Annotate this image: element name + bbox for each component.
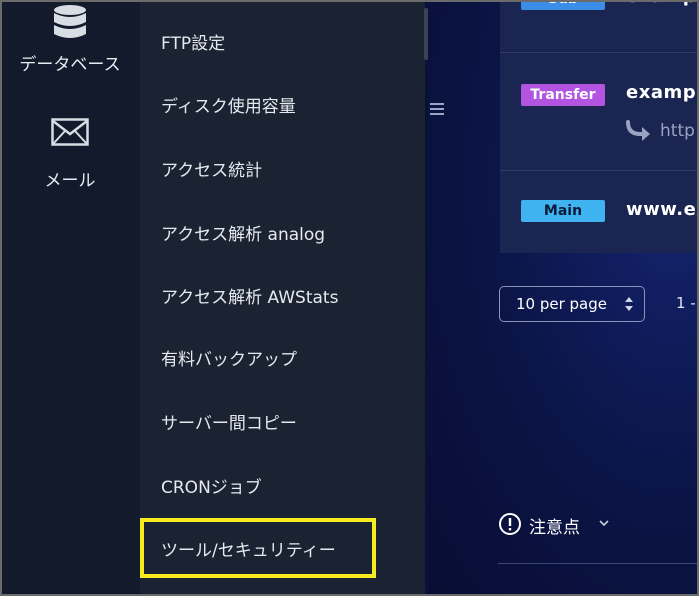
rail-item-mail[interactable]: メール <box>0 118 140 191</box>
submenu-item-ftp[interactable]: FTP設定 <box>161 33 225 55</box>
submenu-item-paid-backup[interactable]: 有料バックアップ <box>161 349 297 371</box>
rail-item-label: メール <box>44 171 96 191</box>
pagination-range: 1 - <box>676 294 696 312</box>
submenu-item-access-stats[interactable]: アクセス統計 <box>161 160 262 182</box>
notes-divider <box>498 563 699 564</box>
rail-item-label: データベース <box>19 55 121 75</box>
exclamation-circle-icon <box>499 513 521 535</box>
domain-name[interactable]: exampl <box>626 0 699 7</box>
database-icon <box>54 5 86 38</box>
mail-icon <box>51 118 89 146</box>
row-divider <box>500 170 699 171</box>
row-divider <box>500 52 699 53</box>
submenu-item-disk-usage[interactable]: ディスク使用容量 <box>161 96 296 118</box>
sort-arrows-icon <box>625 297 633 311</box>
menu-toggle-icon[interactable] <box>430 103 444 117</box>
chevron-down-icon <box>599 520 609 527</box>
redirect-arrow-icon <box>626 120 650 141</box>
domain-name[interactable]: exampl <box>626 82 699 103</box>
domain-name[interactable]: www.ex <box>626 199 699 220</box>
notes-label: 注意点 <box>529 518 580 538</box>
rail-item-database[interactable]: データベース <box>0 0 140 75</box>
icon-rail: データベース メール <box>0 0 140 596</box>
submenu-item-analog[interactable]: アクセス解析 analog <box>161 224 325 246</box>
submenu-item-server-copy[interactable]: サーバー間コピー <box>161 413 297 435</box>
domain-type-badge: Transfer <box>521 84 605 106</box>
per-page-select[interactable]: 10 per page <box>499 286 645 322</box>
redirect-target[interactable]: http <box>660 121 695 141</box>
domain-type-badge: Sub <box>521 0 605 10</box>
highlight-box <box>140 518 376 578</box>
submenu-item-cron[interactable]: CRONジョブ <box>161 477 262 499</box>
domain-type-badge: Main <box>521 200 605 222</box>
submenu-item-awstats[interactable]: アクセス解析 AWStats <box>161 287 338 309</box>
per-page-value: 10 per page <box>516 295 608 313</box>
